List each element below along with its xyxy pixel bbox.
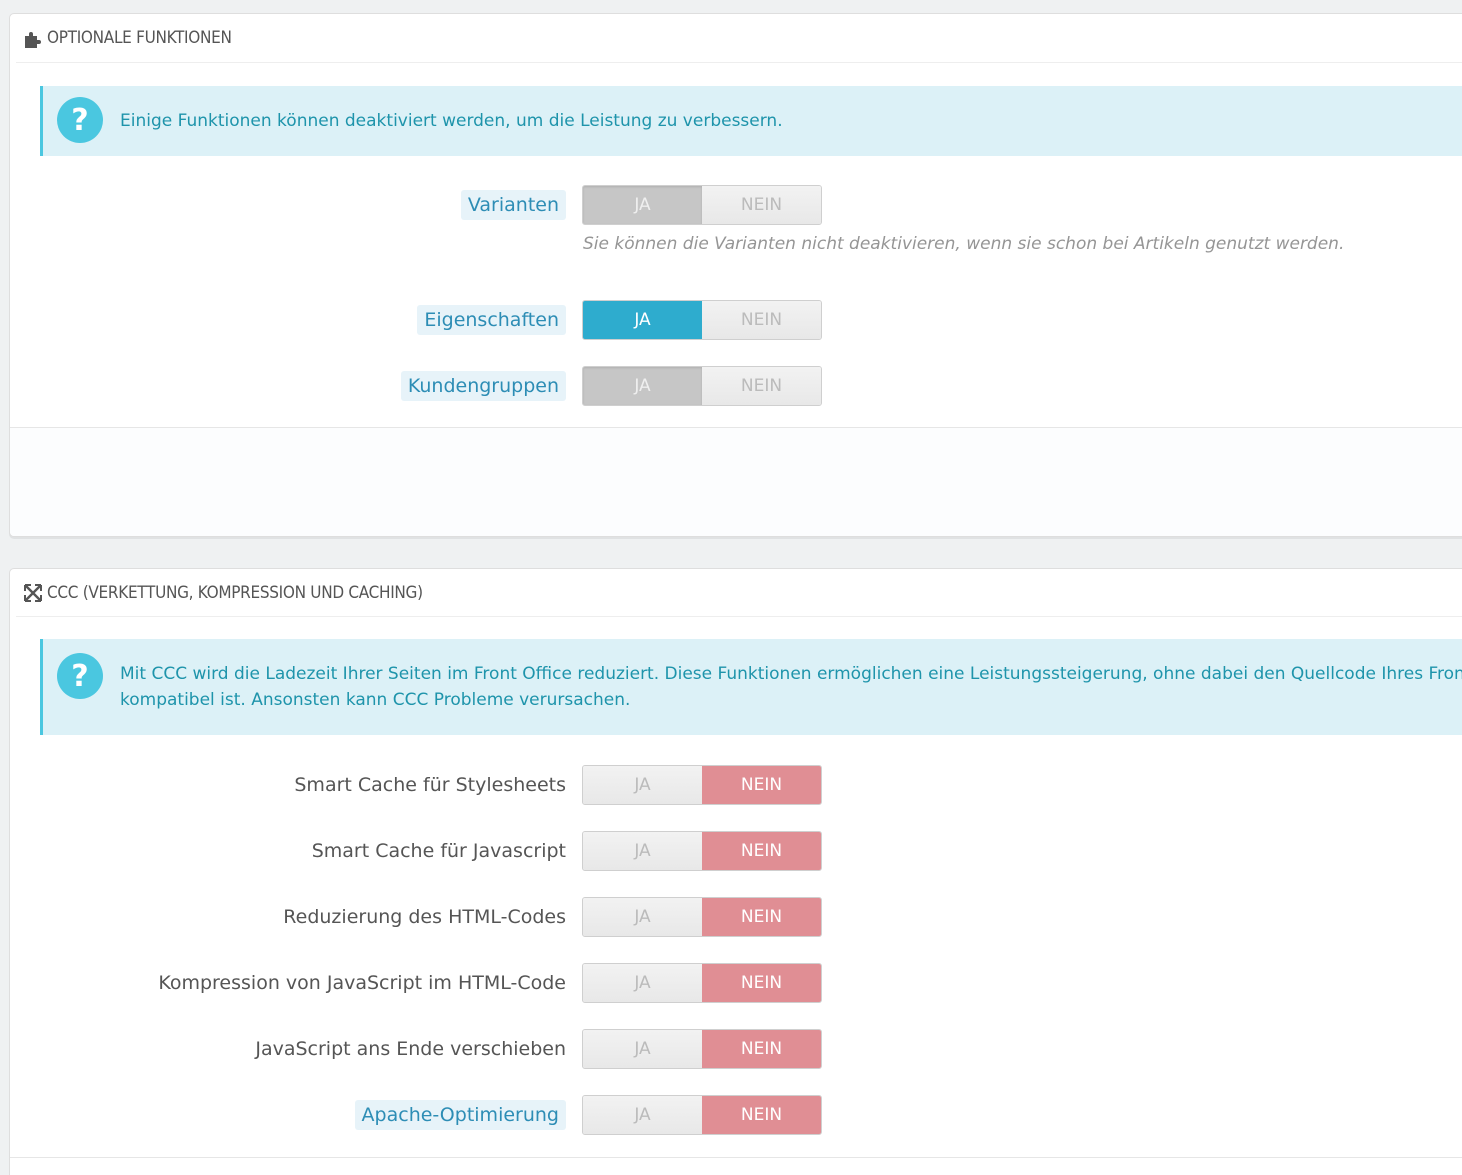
field-label: Kompression von JavaScript im HTML-Code xyxy=(158,972,566,994)
panel-heading-optional: OPTIONALE FUNKTIONEN xyxy=(16,14,1462,63)
panel-title: OPTIONALE FUNKTIONEN xyxy=(47,28,232,48)
field-label-varianten[interactable]: Varianten xyxy=(460,190,566,220)
yes-option[interactable]: JA xyxy=(583,832,702,870)
form-row-js-defer: JavaScript ans Ende verschieben JA NEIN xyxy=(10,1029,1462,1069)
form-row-apache-optimization: Apache-Optimierung JA NEIN xyxy=(10,1095,1462,1135)
varianten-switch[interactable]: JA NEIN xyxy=(582,185,822,225)
question-icon: ? xyxy=(56,96,104,144)
js-defer-switch[interactable]: JA NEIN xyxy=(582,1029,822,1069)
field-label-apache[interactable]: Apache-Optimierung xyxy=(354,1100,566,1130)
smart-cache-js-switch[interactable]: JA NEIN xyxy=(582,831,822,871)
js-inline-compress-switch[interactable]: JA NEIN xyxy=(582,963,822,1003)
kundengruppen-switch[interactable]: JA NEIN xyxy=(582,366,822,406)
panel-title: CCC (VERKETTUNG, KOMPRESSION UND CACHING… xyxy=(47,582,423,603)
no-option[interactable]: NEIN xyxy=(702,1096,821,1134)
no-option[interactable]: NEIN xyxy=(702,964,821,1002)
alert-text-line-1: Mit CCC wird die Ladezeit Ihrer Seiten i… xyxy=(120,664,1462,684)
yes-option[interactable]: JA xyxy=(583,301,702,339)
yes-option[interactable]: JA xyxy=(583,1030,702,1068)
form-row-kundengruppen: Kundengruppen JA NEIN xyxy=(10,366,1462,406)
field-label: Smart Cache für Stylesheets xyxy=(294,774,566,796)
no-option[interactable]: NEIN xyxy=(702,186,821,224)
field-label-eigenschaften[interactable]: Eigenschaften xyxy=(417,305,566,335)
svg-text:?: ? xyxy=(71,659,88,694)
info-alert: ? Einige Funktionen können deaktiviert w… xyxy=(40,86,1462,156)
smart-cache-css-switch[interactable]: JA NEIN xyxy=(582,765,822,805)
html-minify-switch[interactable]: JA NEIN xyxy=(582,897,822,937)
eigenschaften-switch[interactable]: JA NEIN xyxy=(582,300,822,340)
field-label: Smart Cache für Javascript xyxy=(311,840,566,862)
apache-optimization-switch[interactable]: JA NEIN xyxy=(582,1095,822,1135)
question-icon: ? xyxy=(56,652,104,700)
no-option[interactable]: NEIN xyxy=(702,766,821,804)
panel-footer xyxy=(10,428,1462,536)
arrows-expand-icon xyxy=(23,583,43,603)
yes-option[interactable]: JA xyxy=(583,898,702,936)
info-alert: ? Mit CCC wird die Ladezeit Ihrer Seiten… xyxy=(40,639,1462,735)
no-option[interactable]: NEIN xyxy=(702,301,821,339)
form-row-html-minify: Reduzierung des HTML-Codes JA NEIN xyxy=(10,897,1462,937)
yes-option[interactable]: JA xyxy=(583,367,702,405)
form-row-smart-cache-css: Smart Cache für Stylesheets JA NEIN xyxy=(10,765,1462,805)
no-option[interactable]: NEIN xyxy=(702,832,821,870)
yes-option[interactable]: JA xyxy=(583,1096,702,1134)
help-text-varianten: Sie können die Varianten nicht deaktivie… xyxy=(583,234,1345,254)
form-row-eigenschaften: Eigenschaften JA NEIN xyxy=(10,300,1462,340)
field-label-kundengruppen[interactable]: Kundengruppen xyxy=(400,371,566,401)
alert-text-line-2: kompatibel ist. Ansonsten kann CCC Probl… xyxy=(120,690,631,710)
form-row-varianten: Varianten JA NEIN xyxy=(10,185,1462,225)
yes-option[interactable]: JA xyxy=(583,964,702,1002)
no-option[interactable]: NEIN xyxy=(702,898,821,936)
optional-features-panel: OPTIONALE FUNKTIONEN ? Einige Funktionen… xyxy=(9,13,1462,537)
field-label: Reduzierung des HTML-Codes xyxy=(283,906,566,928)
alert-text: Einige Funktionen können deaktiviert wer… xyxy=(120,111,783,131)
svg-text:?: ? xyxy=(71,103,88,138)
no-option[interactable]: NEIN xyxy=(702,367,821,405)
panel-heading-ccc: CCC (VERKETTUNG, KOMPRESSION UND CACHING… xyxy=(16,569,1462,617)
ccc-panel: CCC (VERKETTUNG, KOMPRESSION UND CACHING… xyxy=(9,568,1462,1175)
yes-option[interactable]: JA xyxy=(583,766,702,804)
yes-option[interactable]: JA xyxy=(583,186,702,224)
form-row-smart-cache-js: Smart Cache für Javascript JA NEIN xyxy=(10,831,1462,871)
form-row-js-inline-compress: Kompression von JavaScript im HTML-Code … xyxy=(10,963,1462,1003)
puzzle-icon xyxy=(23,28,43,48)
panel-footer-divider xyxy=(10,1157,1462,1158)
field-label: JavaScript ans Ende verschieben xyxy=(255,1038,566,1060)
no-option[interactable]: NEIN xyxy=(702,1030,821,1068)
